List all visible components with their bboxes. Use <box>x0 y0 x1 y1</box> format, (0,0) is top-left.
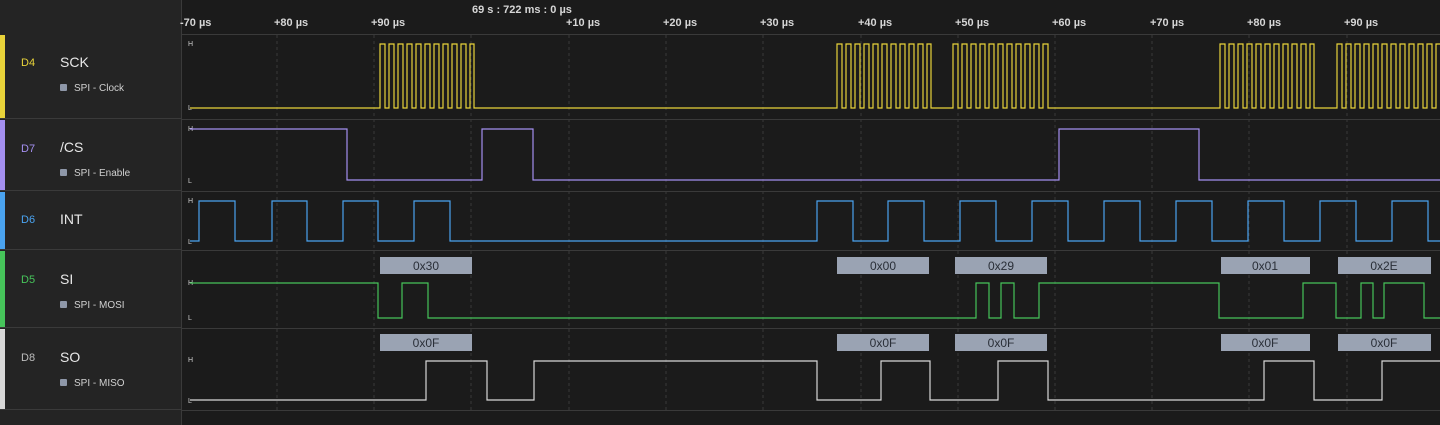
channel-id: D7 <box>21 143 36 155</box>
channel-id: D8 <box>21 352 36 364</box>
analyzer-label[interactable]: SPI - Clock <box>60 83 124 94</box>
channel-row-int[interactable]: D6 INT <box>0 192 181 250</box>
svg-text:0x01: 0x01 <box>1252 259 1278 273</box>
so-waveform <box>190 360 1440 401</box>
channel-id: D5 <box>21 274 36 286</box>
svg-text:L: L <box>188 178 192 185</box>
svg-text:L: L <box>188 315 192 322</box>
time-ruler[interactable]: 69 s : 722 ms : 0 µs -70 µs +80 µs +90 µ… <box>180 0 1440 35</box>
sck-waveform <box>190 43 1440 109</box>
analyzer-label[interactable]: SPI - Enable <box>60 168 130 179</box>
svg-text:0x30: 0x30 <box>413 259 439 273</box>
decode-bubble[interactable]: 0x29 <box>955 257 1047 274</box>
decode-bubble[interactable]: 0x2E <box>1338 257 1431 274</box>
analyzer-square-icon <box>60 300 67 308</box>
miso-decode-row: 0x0F 0x0F 0x0F 0x0F 0x0F <box>380 334 1431 351</box>
channel-color-bar <box>0 329 5 409</box>
channel-id: D6 <box>21 214 36 226</box>
channel-color-bar <box>0 120 5 190</box>
analyzer-label[interactable]: SPI - MISO <box>60 378 125 389</box>
analyzer-label[interactable]: SPI - MOSI <box>60 300 125 311</box>
analyzer-square-icon <box>60 378 67 386</box>
int-waveform <box>190 200 1440 242</box>
analyzer-square-icon <box>60 168 67 176</box>
analyzer-text: SPI - Enable <box>74 168 131 179</box>
channel-color-bar <box>0 251 5 327</box>
svg-text:H: H <box>188 41 193 48</box>
decode-bubble[interactable]: 0x0F <box>380 334 472 351</box>
decode-bubble[interactable]: 0x0F <box>1338 334 1431 351</box>
svg-text:0x0F: 0x0F <box>1252 336 1279 350</box>
channel-row-cs[interactable]: D7 /CS SPI - Enable <box>0 120 181 191</box>
channel-id: D4 <box>21 57 36 69</box>
time-tick-label: +10 µs <box>566 17 601 29</box>
waveform-area[interactable]: H L H L H L H L H L 0x30 0x00 0x29 0x01 … <box>182 35 1440 425</box>
svg-text:H: H <box>188 198 193 205</box>
analyzer-text: SPI - MOSI <box>74 300 125 311</box>
decode-bubble[interactable]: 0x01 <box>1221 257 1310 274</box>
time-tick-label: +70 µs <box>1150 17 1185 29</box>
analyzer-text: SPI - MISO <box>74 378 125 389</box>
svg-text:L: L <box>188 239 192 246</box>
channel-name[interactable]: INT <box>60 211 83 227</box>
time-tick-label: +60 µs <box>1052 17 1087 29</box>
time-tick-label: +80 µs <box>1247 17 1282 29</box>
time-tick-label: +90 µs <box>1344 17 1379 29</box>
svg-text:0x0F: 0x0F <box>1371 336 1398 350</box>
cs-waveform <box>190 128 1440 181</box>
decode-bubble[interactable]: 0x0F <box>955 334 1047 351</box>
channel-row-sck[interactable]: D4 SCK SPI - Clock <box>0 35 181 119</box>
mosi-decode-row: 0x30 0x00 0x29 0x01 0x2E <box>380 257 1431 274</box>
channel-color-bar <box>0 35 5 118</box>
decode-bubble[interactable]: 0x0F <box>837 334 929 351</box>
time-tick-label: +80 µs <box>274 17 309 29</box>
time-tick-label: +20 µs <box>663 17 698 29</box>
decode-bubble[interactable]: 0x0F <box>1221 334 1310 351</box>
channel-name[interactable]: SI <box>60 271 73 287</box>
si-waveform <box>190 282 1440 319</box>
channel-color-bar <box>0 192 5 249</box>
svg-text:0x2E: 0x2E <box>1370 259 1397 273</box>
decode-bubble[interactable]: 0x00 <box>837 257 929 274</box>
svg-text:0x00: 0x00 <box>870 259 896 273</box>
time-tick-label: +90 µs <box>371 17 406 29</box>
channel-name[interactable]: SCK <box>60 54 89 70</box>
time-tick-label: +50 µs <box>955 17 990 29</box>
svg-text:0x29: 0x29 <box>988 259 1014 273</box>
time-gridlines <box>276 35 1348 410</box>
analyzer-square-icon <box>60 83 67 91</box>
time-tick-label: +40 µs <box>858 17 893 29</box>
level-markers: H L H L H L H L H L <box>188 41 193 405</box>
svg-text:0x0F: 0x0F <box>870 336 897 350</box>
time-tick-label: +30 µs <box>760 17 795 29</box>
svg-text:L: L <box>188 398 192 405</box>
time-tick-label: -70 µs <box>180 17 212 29</box>
channel-row-si[interactable]: D5 SI SPI - MOSI <box>0 251 181 328</box>
decode-bubble[interactable]: 0x30 <box>380 257 472 274</box>
channel-name[interactable]: /CS <box>60 139 83 155</box>
channel-sidebar: D4 SCK SPI - Clock D7 /CS SPI - Enable D… <box>0 0 182 425</box>
svg-text:0x0F: 0x0F <box>988 336 1015 350</box>
channel-row-so[interactable]: D8 SO SPI - MISO <box>0 329 181 410</box>
analyzer-text: SPI - Clock <box>74 83 125 94</box>
channel-name[interactable]: SO <box>60 349 80 365</box>
svg-text:H: H <box>188 357 193 364</box>
svg-text:0x0F: 0x0F <box>413 336 440 350</box>
cursor-time-readout: 69 s : 722 ms : 0 µs <box>472 4 572 16</box>
